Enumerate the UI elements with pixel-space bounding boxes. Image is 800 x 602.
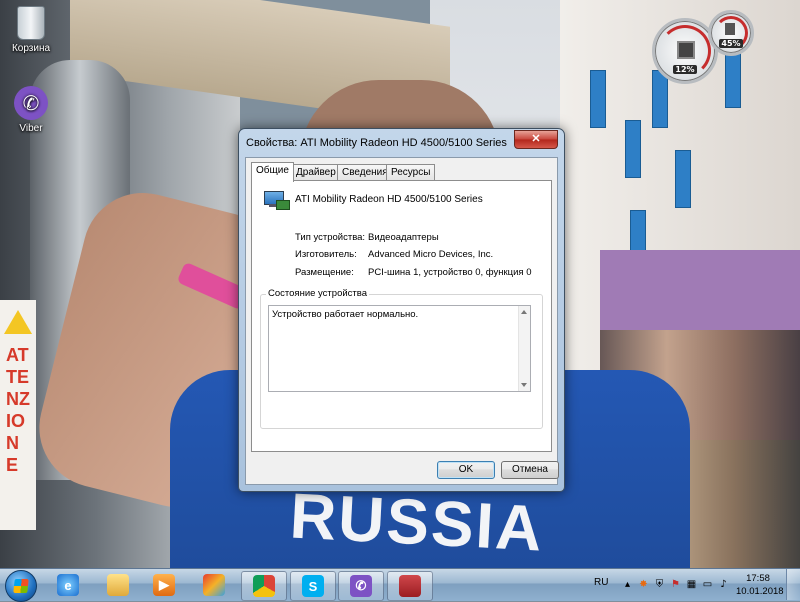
tray-volume-icon[interactable]: ♪: [718, 579, 729, 590]
close-icon: ✕: [531, 133, 541, 145]
properties-dialog: Свойства: ATI Mobility Radeon HD 4500/51…: [238, 128, 565, 492]
tray-arrow-icon[interactable]: ▴: [622, 579, 633, 590]
device-status-label: Состояние устройства: [266, 288, 369, 299]
start-button[interactable]: [5, 570, 37, 602]
device-manager-icon: [399, 575, 421, 597]
property-label: Размещение:: [295, 267, 354, 278]
paint-icon: [203, 574, 225, 596]
wallpaper-shutter: [590, 70, 606, 128]
device-name: ATI Mobility Radeon HD 4500/5100 Series: [295, 194, 483, 205]
property-label: Изготовитель:: [295, 249, 357, 260]
taskbar-internet-explorer[interactable]: e: [46, 571, 90, 599]
warning-triangle-icon: [4, 310, 32, 334]
device-status-textbox[interactable]: Устройство работает нормально.: [268, 305, 531, 392]
recycle-bin-icon: [17, 6, 45, 40]
show-desktop-button[interactable]: [786, 569, 800, 600]
property-value: PCI-шина 1, устройство 0, функция 0: [368, 267, 532, 278]
taskbar-media-player[interactable]: ▶: [142, 571, 186, 599]
ok-button[interactable]: OK: [437, 461, 495, 479]
scroll-down-icon[interactable]: [521, 383, 527, 387]
memory-chip-icon: [725, 23, 735, 35]
dialog-body: Общие Драйвер Сведения Ресурсы ATI Mobil…: [245, 157, 559, 485]
wallpaper-shutter: [675, 150, 691, 208]
viber-icon: ✆: [14, 86, 48, 120]
tab-page-general: ATI Mobility Radeon HD 4500/5100 Series …: [251, 180, 552, 452]
windows-logo-icon: [13, 579, 29, 593]
cancel-button[interactable]: Отмена: [501, 461, 559, 479]
tray-monitor-icon[interactable]: ▭: [702, 579, 713, 590]
desktop-icon-viber[interactable]: ✆ Viber: [1, 86, 61, 134]
memory-gauge: 45%: [708, 10, 754, 56]
display-adapter-icon: [264, 191, 290, 210]
device-status-group: Состояние устройства Устройство работает…: [260, 288, 543, 429]
clock-time: 17:58: [746, 573, 770, 584]
clock-date: 10.01.2018: [736, 586, 784, 597]
tray-shield-icon[interactable]: ⛨: [654, 579, 665, 590]
device-status-text: Устройство работает нормально.: [272, 309, 419, 320]
media-player-icon: ▶: [153, 574, 175, 596]
language-indicator[interactable]: RU: [594, 577, 608, 588]
tray-avast-icon[interactable]: ✸: [638, 579, 649, 590]
wallpaper-warning-sign: ATTENZIONE: [0, 300, 36, 530]
chrome-icon: [253, 575, 275, 597]
taskbar-viber[interactable]: ✆: [338, 571, 384, 601]
wallpaper-sign-text: ATTENZIONE: [6, 345, 30, 475]
memory-percent: 45%: [719, 39, 743, 48]
property-value: Видеоадаптеры: [368, 232, 439, 243]
taskbar-skype[interactable]: S: [290, 571, 336, 601]
close-button[interactable]: ✕: [514, 130, 558, 149]
wallpaper-shutter: [625, 120, 641, 178]
desktop-icon-label: Viber: [19, 123, 43, 134]
status-scrollbar[interactable]: [518, 306, 530, 391]
taskbar-explorer[interactable]: [96, 571, 140, 599]
tab-details[interactable]: Сведения: [337, 164, 393, 181]
cpu-percent: 12%: [673, 65, 697, 74]
taskbar-chrome[interactable]: [241, 571, 287, 601]
folder-icon: [107, 574, 129, 596]
taskbar-device-manager[interactable]: [387, 571, 433, 601]
taskbar-paint[interactable]: [192, 571, 236, 599]
viber-icon: ✆: [350, 575, 372, 597]
tab-driver[interactable]: Драйвер: [291, 164, 341, 181]
cpu-chip-icon: [677, 41, 695, 59]
tab-resources[interactable]: Ресурсы: [386, 164, 436, 181]
tray-network-icon[interactable]: ▦: [686, 579, 697, 590]
property-label: Тип устройства:: [295, 232, 366, 243]
system-clock[interactable]: 17:58 10.01.2018: [736, 572, 784, 598]
desktop-icon-recycle-bin[interactable]: Корзина: [1, 6, 61, 54]
cpu-meter-gadget[interactable]: 12% 45%: [652, 10, 754, 84]
property-value: Advanced Micro Devices, Inc.: [368, 249, 494, 260]
dialog-title: Свойства: ATI Mobility Radeon HD 4500/51…: [246, 137, 507, 149]
tab-general[interactable]: Общие: [251, 162, 294, 182]
scroll-up-icon[interactable]: [521, 310, 527, 314]
taskbar: e ▶ S ✆ RU ▴ ✸ ⛨ ⚑ ▦ ▭ ♪ 17:58 10.01.201…: [0, 568, 800, 602]
tray-flag-icon[interactable]: ⚑: [670, 579, 681, 590]
ie-icon: e: [57, 574, 79, 596]
skype-icon: S: [302, 575, 324, 597]
desktop-icon-label: Корзина: [11, 43, 51, 54]
